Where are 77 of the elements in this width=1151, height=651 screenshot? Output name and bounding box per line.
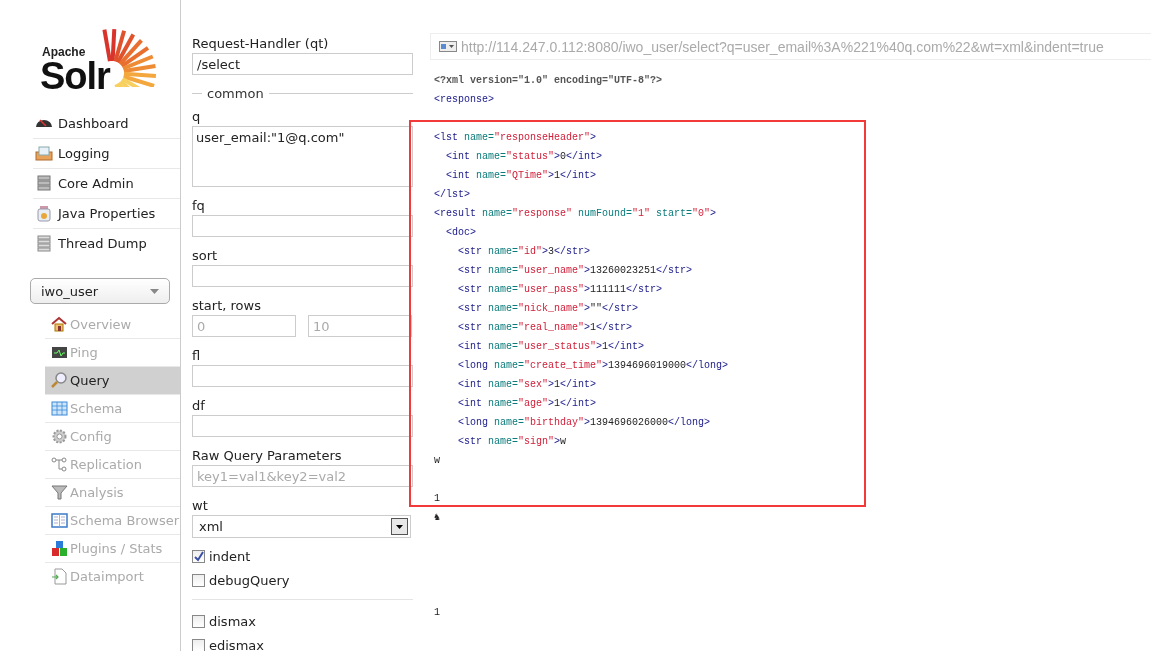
book-icon: [51, 512, 68, 529]
field-label: fl: [192, 348, 202, 363]
nav-link[interactable]: Core Admin: [33, 169, 180, 199]
checkmark-icon: [193, 550, 204, 562]
server-stack-icon: [35, 175, 53, 192]
funnel-icon: [51, 484, 68, 501]
checkbox[interactable]: [192, 614, 205, 628]
code-line: <str name="sign">w: [457, 435, 567, 449]
field-label: q: [192, 109, 202, 124]
input-field[interactable]: key1=val1&key2=val2: [192, 465, 413, 487]
code-line: <int name="sex">1</int>: [457, 378, 597, 392]
code-line: <?xml version="1.0" encoding="UTF-8"?>: [434, 74, 663, 88]
code-line: <str name="id">3</str>: [457, 245, 591, 259]
code-line: </lst>: [434, 188, 470, 202]
input-field[interactable]: [192, 265, 413, 287]
code-line: 1: [434, 492, 440, 506]
nav-link[interactable]: Thread Dump: [33, 229, 180, 258]
checkbox-label: debugQuery: [209, 572, 290, 588]
code-line: ♞: [434, 511, 441, 525]
page-icon: [439, 41, 457, 52]
document-icon: [51, 568, 68, 585]
field-label: wt: [192, 498, 209, 513]
field-label: fq: [192, 198, 206, 213]
code-line: <long name="birthday">1394696026000</long>: [457, 416, 711, 430]
code-line: <str name="nick_name">""</str>: [457, 302, 639, 316]
code-line: <int name="age">1</int>: [457, 397, 597, 411]
house-icon: [51, 316, 68, 333]
input-field[interactable]: 0: [192, 315, 296, 337]
nav-link[interactable]: Dashboard: [33, 109, 180, 139]
nodes-icon: [51, 456, 68, 473]
code-line: <int name="user_status">1</int>: [457, 340, 645, 354]
field-label: df: [192, 398, 206, 413]
code-line: <str name="user_pass">111111</str>: [457, 283, 663, 297]
field-label: start, rows: [192, 298, 262, 313]
checkbox[interactable]: [192, 573, 205, 587]
code-line: <str name="real_name">1</str>: [457, 321, 633, 335]
query-textarea[interactable]: user_email:"1@q.com": [192, 126, 413, 187]
table-icon: [51, 400, 68, 417]
code-line: <response>: [434, 93, 494, 107]
gear-icon: [51, 428, 68, 445]
nav-link[interactable]: Logging: [33, 139, 180, 169]
field-label: Raw Query Parameters: [192, 448, 343, 463]
checkbox[interactable]: [192, 549, 205, 563]
blocks-icon: [51, 540, 68, 557]
jar-icon: [35, 205, 53, 222]
fieldset-legend: common: [207, 85, 264, 101]
checkbox-label: indent: [209, 548, 251, 564]
logo-small-text: Apache: [42, 45, 86, 59]
logo-text: Solr: [40, 59, 110, 93]
input-field[interactable]: /select: [192, 53, 413, 75]
input-field[interactable]: [192, 415, 413, 437]
format-dropdown[interactable]: xml: [192, 515, 411, 538]
caret-icon: [150, 288, 159, 294]
input-field[interactable]: [192, 215, 413, 237]
input-field[interactable]: [192, 365, 413, 387]
monitor-icon: [51, 344, 68, 361]
checkbox-label: dismax: [209, 613, 256, 629]
nav-link[interactable]: Java Properties: [33, 199, 180, 229]
code-line: <lst name="responseHeader">: [434, 131, 597, 145]
core-menu-item[interactable]: Query: [45, 367, 180, 395]
code-line: <result name="response" numFound="1" start="0">: [434, 207, 717, 221]
code-line: 1: [434, 606, 440, 620]
checkbox[interactable]: [192, 638, 205, 651]
field-label: sort: [192, 248, 219, 263]
code-line: <long name="create_time">1394696019000</long>: [457, 359, 729, 373]
checkbox-label: edismax: [209, 637, 264, 651]
code-line: <int name="status">0</int>: [445, 150, 603, 164]
document-stack-icon: [35, 235, 53, 252]
input-field[interactable]: 10: [308, 315, 412, 337]
core-selector[interactable]: iwo_user: [30, 278, 170, 304]
code-line: <str name="user_name">13260023251</str>: [457, 264, 693, 278]
tray-icon: [35, 145, 53, 162]
code-line: w: [434, 454, 440, 468]
code-line: <int name="QTime">1</int>: [445, 169, 597, 183]
field-label: Request-Handler (qt): [192, 36, 330, 51]
magnifier-icon: [51, 372, 68, 389]
code-line: <doc>: [445, 226, 476, 240]
